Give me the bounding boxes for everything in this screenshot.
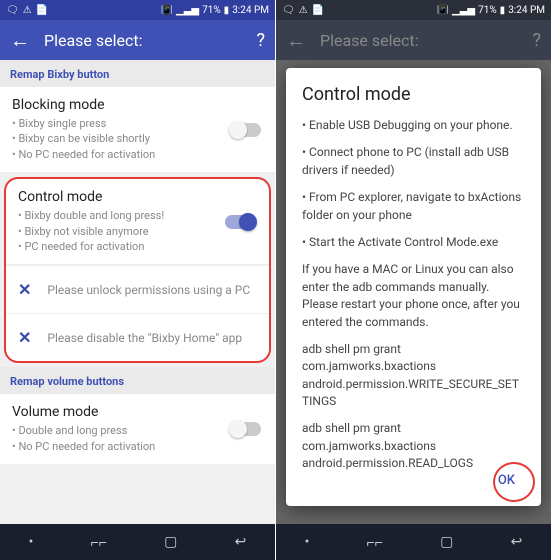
perm-text: Please unlock permissions using a PC (47, 283, 250, 297)
battery-icon: ▮ (500, 5, 506, 16)
setting-sub: • Bixby can be visible shortly (12, 131, 263, 146)
battery-icon: ▮ (224, 5, 230, 16)
battery-text: 71% (202, 5, 221, 16)
vibrate-icon: 📳 (437, 5, 449, 16)
warning-icon: ⚠ (299, 5, 308, 16)
back-arrow-icon[interactable]: ← (10, 28, 30, 53)
setting-sub: • PC needed for activation (18, 239, 257, 254)
dialog-scrim[interactable]: Control mode • Enable USB Debugging on y… (276, 60, 551, 524)
setting-title: Volume mode (12, 404, 263, 420)
x-icon: ✕ (18, 328, 31, 347)
dialog-bullet: • Enable USB Debugging on your phone. (302, 117, 525, 134)
dialog-title: Control mode (302, 84, 525, 105)
doc-icon: 📄 (36, 5, 48, 16)
notif-icon: 🗨 (6, 5, 19, 16)
nav-dot-icon[interactable]: • (305, 534, 310, 550)
battery-text: 71% (478, 5, 497, 16)
clock-text: 3:24 PM (232, 5, 269, 16)
nav-bar: • ⌐⌐ ▢ ↩ (276, 524, 551, 560)
notif-icon: 🗨 (282, 5, 295, 16)
x-icon: ✕ (18, 280, 31, 299)
setting-sub: • No PC needed for activation (12, 147, 263, 162)
section-header-bixby: Remap Bixby button (0, 60, 275, 87)
dialog-command: adb shell pm grant com.jamworks.bxaction… (302, 341, 525, 411)
nav-dot-icon[interactable]: • (29, 534, 34, 550)
toggle-knob (229, 420, 247, 438)
dialog-control-mode: Control mode • Enable USB Debugging on y… (286, 68, 541, 506)
section-header-volume: Remap volume buttons (0, 367, 275, 394)
setting-sub: • Bixby double and long press! (18, 208, 257, 223)
setting-blocking-mode[interactable]: Blocking mode • Bixby single press • Bix… (0, 87, 275, 173)
nav-bar: • ⌐⌐ ▢ ↩ (0, 524, 275, 560)
app-bar-dimmed: ← Please select: ? (276, 20, 551, 60)
toggle-knob (229, 121, 247, 139)
perm-text: Please disable the "Bixby Home" app (47, 331, 242, 345)
perm-unlock-row[interactable]: ✕ Please unlock permissions using a PC (6, 265, 269, 313)
back-arrow-icon: ← (286, 28, 306, 53)
nav-recents-icon[interactable]: ⌐⌐ (91, 534, 107, 551)
dialog-bullet: • From PC explorer, navigate to bxAction… (302, 189, 525, 224)
help-button[interactable]: ? (256, 30, 265, 51)
toggle-control[interactable] (225, 215, 255, 229)
settings-list: Remap Bixby button Blocking mode • Bixby… (0, 60, 275, 524)
vibrate-icon: 📳 (161, 5, 173, 16)
setting-sub: • Bixby single press (12, 116, 263, 131)
nav-back-icon[interactable]: ↩ (511, 534, 523, 550)
dialog-bullet: • Connect phone to PC (install adb USB d… (302, 144, 525, 179)
dialog-command: adb shell pm grant com.jamworks.bxaction… (302, 420, 525, 472)
setting-title: Control mode (18, 189, 257, 205)
nav-recents-icon[interactable]: ⌐⌐ (367, 534, 383, 551)
toggle-volume[interactable] (231, 422, 261, 436)
signal-icon: ▁▃▅ (176, 5, 199, 16)
app-title: Please select: (320, 31, 532, 50)
highlight-control-mode: Control mode • Bixby double and long pre… (4, 177, 271, 363)
toggle-knob (239, 213, 257, 231)
clock-text: 3:24 PM (508, 5, 545, 16)
setting-sub: • Bixby not visible anymore (18, 224, 257, 239)
app-bar: ← Please select: ? (0, 20, 275, 60)
status-bar: 🗨 ⚠ 📄 📳 ▁▃▅ 71% ▮ 3:24 PM (276, 0, 551, 20)
toggle-blocking[interactable] (231, 123, 261, 137)
setting-title: Blocking mode (12, 97, 263, 113)
warning-icon: ⚠ (23, 5, 32, 16)
status-bar: 🗨 ⚠ 📄 📳 ▁▃▅ 71% ▮ 3:24 PM (0, 0, 275, 20)
phone-right: 🗨 ⚠ 📄 📳 ▁▃▅ 71% ▮ 3:24 PM ← Please selec… (276, 0, 551, 560)
setting-control-mode[interactable]: Control mode • Bixby double and long pre… (6, 179, 269, 265)
setting-sub: • No PC needed for activation (12, 439, 263, 454)
ok-button[interactable]: OK (490, 467, 523, 494)
phone-left: 🗨 ⚠ 📄 📳 ▁▃▅ 71% ▮ 3:24 PM ← Please selec… (0, 0, 275, 560)
dialog-bullet: • Start the Activate Control Mode.exe (302, 234, 525, 251)
setting-volume-mode[interactable]: Volume mode • Double and long press • No… (0, 394, 275, 465)
nav-home-icon[interactable]: ▢ (440, 534, 453, 550)
nav-home-icon[interactable]: ▢ (164, 534, 177, 550)
nav-back-icon[interactable]: ↩ (235, 534, 247, 550)
signal-icon: ▁▃▅ (452, 5, 475, 16)
dialog-paragraph: If you have a MAC or Linux you can also … (302, 261, 525, 331)
perm-disable-row[interactable]: ✕ Please disable the "Bixby Home" app (6, 313, 269, 361)
setting-sub: • Double and long press (12, 423, 263, 438)
app-title: Please select: (44, 31, 256, 50)
help-button: ? (532, 30, 541, 51)
dialog-body: • Enable USB Debugging on your phone. • … (302, 117, 525, 473)
doc-icon: 📄 (312, 5, 324, 16)
